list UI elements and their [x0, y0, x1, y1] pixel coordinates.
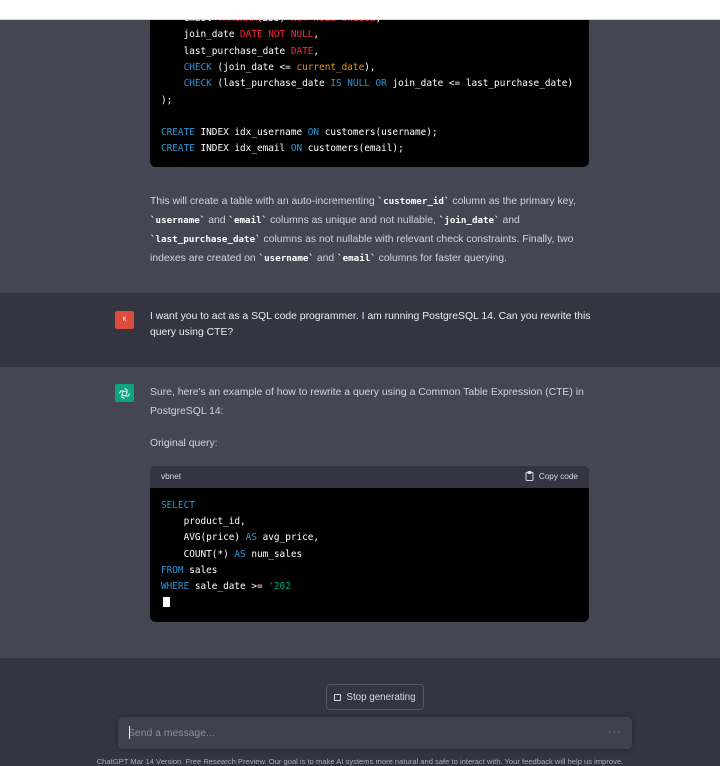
code-token: INDEX idx_email — [194, 143, 291, 155]
code-line: CREATE INDEX idx_username ON customers(u… — [161, 126, 438, 139]
code-token: customers(email); — [302, 143, 404, 155]
code-line: CREATE INDEX idx_email ON customers(emai… — [161, 142, 404, 155]
text-caret — [129, 726, 130, 739]
code-line: last_purchase_date DATE, — [161, 45, 320, 58]
code-block-header: vbnet Copy code — [150, 466, 589, 488]
explanation-fragment: columns for faster querying. — [375, 253, 507, 264]
inline-code: `join_date` — [438, 215, 500, 226]
code-token: join_date — [161, 29, 241, 41]
code-token: '202 — [268, 581, 291, 592]
inline-code: `email` — [228, 215, 268, 226]
composer-area — [0, 658, 720, 766]
code-token: CREATE — [161, 127, 195, 139]
explanation-fragment: and — [499, 215, 520, 226]
code-token: INDEX idx_username — [194, 127, 308, 139]
code-line: join_date DATE NOT NULL, — [161, 28, 320, 41]
streaming-cursor — [163, 597, 170, 607]
code-line: WHERE sale_date >= '202 — [161, 580, 291, 593]
footer-disclaimer: ChatGPT Mar 14 Version. Free Research Pr… — [96, 757, 624, 766]
code-token: IS NULL — [330, 78, 370, 90]
code-token: current_date — [296, 61, 365, 73]
browser-top-strip — [0, 0, 720, 20]
inline-code: `last_purchase_date` — [150, 234, 261, 245]
message-input-box[interactable]: ··· — [118, 717, 632, 749]
code-token: FROM — [161, 564, 184, 576]
code-token: product_id, — [161, 516, 246, 528]
code-language-label: vbnet — [161, 472, 182, 481]
assistant-intro-text: Sure, here's an example of how to rewrit… — [150, 387, 584, 417]
code-line: AVG(price) AS avg_price, — [161, 531, 320, 544]
inline-code: `username` — [258, 253, 314, 264]
code-token: CREATE — [161, 143, 195, 155]
code-token: CHECK — [183, 78, 212, 90]
code-token: DATE NOT NULL — [240, 29, 314, 41]
code-token: sales — [183, 564, 218, 576]
code-block-original-query: vbnet Copy code SELECT product_id, AVG(p… — [150, 466, 589, 622]
code-token: ), — [364, 61, 376, 73]
stop-generating-button[interactable]: Stop generating — [326, 684, 424, 710]
explanation-fragment: and — [313, 253, 338, 264]
code-token: CHECK — [183, 61, 212, 73]
code-token: last_purchase_date — [161, 45, 291, 57]
code-token: ON — [290, 143, 303, 155]
code-token: COUNT(*) — [161, 548, 235, 560]
code-token: ON — [307, 127, 320, 139]
code-token: join_date <= last_purchase_date) — [386, 78, 574, 90]
code-token: WHERE — [161, 581, 190, 592]
stop-icon — [334, 693, 342, 701]
code-line: SELECT — [161, 499, 195, 512]
code-line: CHECK (join_date <= current_date), — [161, 61, 376, 74]
explanation-fragment: This will create a table with an auto-in… — [150, 196, 378, 207]
code-token: AVG(price) — [161, 532, 246, 544]
clipboard-icon — [525, 471, 534, 481]
code-token: ); — [161, 94, 173, 106]
explanation-fragment: column as the primary key, — [449, 196, 576, 207]
code-token: num_sales — [245, 548, 303, 560]
code-line: CHECK (last_purchase_date IS NULL OR joi… — [161, 77, 574, 90]
code-line: product_id, — [161, 515, 246, 528]
chatgpt-logo-icon — [115, 384, 134, 402]
code-token: AS — [234, 548, 246, 560]
code-token: , — [313, 45, 320, 57]
code-token: SELECT — [161, 500, 195, 511]
code-line: COUNT(*) AS num_sales — [161, 548, 303, 561]
user-message-text: I want you to act as a SQL code programm… — [150, 311, 591, 338]
stop-generating-label: Stop generating — [346, 691, 416, 703]
code-token: sale_date >= — [189, 581, 269, 592]
message-input[interactable] — [128, 725, 598, 741]
inline-code: `customer_id` — [377, 196, 450, 207]
code-line: ); — [161, 94, 172, 107]
copy-code-button[interactable]: Copy code — [525, 471, 578, 481]
code-token: AS — [245, 532, 257, 544]
copy-code-label: Copy code — [538, 471, 578, 481]
code-block-create-table: email VARCHAR(255) NOT NULL UNIQUE, join… — [150, 0, 589, 167]
code-token: OR — [375, 78, 387, 90]
code-token: DATE — [290, 45, 314, 57]
code-token: customers(username); — [319, 127, 438, 139]
loading-dots-icon: ··· — [608, 726, 622, 738]
inline-code: `email` — [337, 253, 376, 264]
code-token: , — [313, 29, 320, 41]
code-token: (last_purchase_date — [211, 78, 331, 90]
assistant-message-previous: email VARCHAR(255) NOT NULL UNIQUE, join… — [0, 0, 720, 293]
code-token: avg_price, — [256, 532, 320, 544]
original-query-label: Original query: — [150, 438, 218, 449]
explanation-fragment: and — [205, 215, 229, 226]
code-token: (join_date <= — [211, 61, 297, 73]
inline-code: `username` — [150, 215, 206, 226]
explanation-fragment: columns as unique and not nullable, — [267, 215, 439, 226]
assistant-explanation-text: This will create a table with an auto-in… — [150, 192, 595, 268]
code-line: FROM sales — [161, 564, 217, 577]
user-avatar: K — [115, 311, 134, 329]
